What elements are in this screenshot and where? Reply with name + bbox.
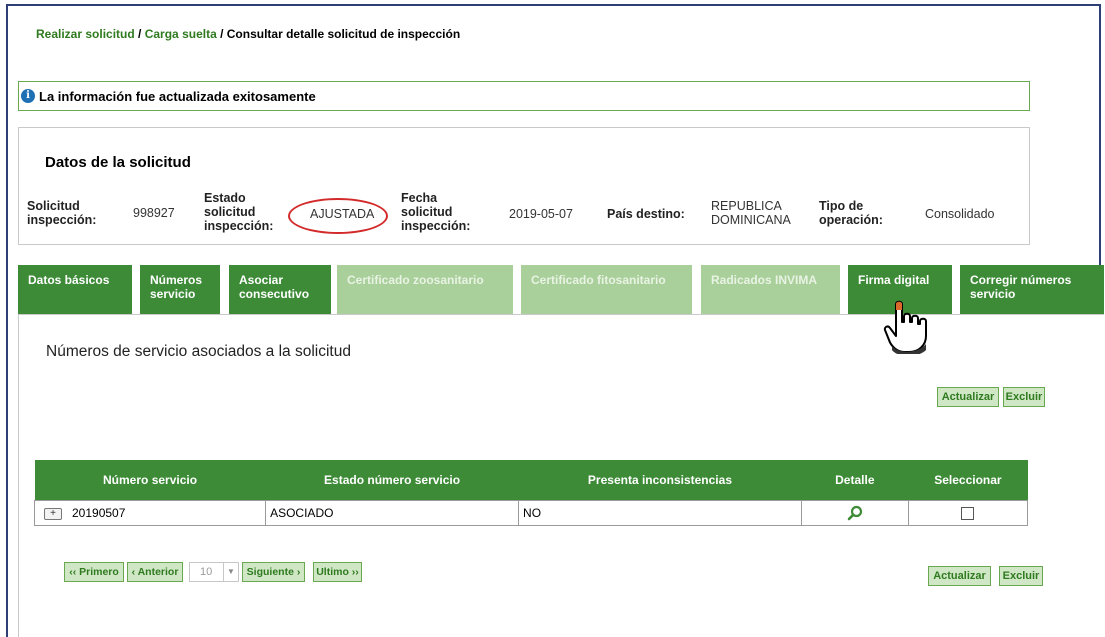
- table-row: +20190507 ASOCIADO NO: [33, 500, 1029, 526]
- tipo-label: Tipo de operación:: [819, 199, 883, 227]
- page-size-value: 10: [200, 566, 213, 578]
- estado-label: Estado solicitud inspección:: [204, 191, 274, 233]
- breadcrumb-separator: /: [134, 27, 145, 41]
- pager-previous-button[interactable]: ‹ Anterior: [127, 562, 183, 582]
- request-details-title: Datos de la solicitud: [45, 154, 191, 171]
- col-presenta-inconsistencias: Presenta inconsistencias: [518, 460, 802, 501]
- actualizar-button-bottom[interactable]: Actualizar: [928, 566, 991, 586]
- table-header-row: Número servicio Estado número servicio P…: [34, 460, 1028, 501]
- tab-asociar-consecutivo[interactable]: Asociar consecutivo: [229, 265, 331, 314]
- breadcrumb-carga-suelta[interactable]: Carga suelta: [145, 27, 217, 41]
- cell-inconsistencias: NO: [518, 500, 802, 526]
- pager-last-button[interactable]: Ultimo ››: [313, 562, 362, 582]
- numero-value: 20190507: [72, 506, 126, 520]
- pager-first-button[interactable]: ‹‹ Primero: [64, 562, 124, 582]
- success-message: i La información fue actualizada exitosa…: [18, 81, 1030, 111]
- magnifier-icon[interactable]: [847, 505, 863, 521]
- page-size-select[interactable]: 10 ▼: [189, 562, 239, 582]
- expand-plus-icon[interactable]: +: [44, 507, 62, 520]
- services-table: Número servicio Estado número servicio P…: [33, 460, 1029, 526]
- tab-datos-basicos[interactable]: Datos básicos: [18, 265, 132, 314]
- breadcrumb: Realizar solicitud / Carga suelta / Cons…: [36, 27, 460, 41]
- tab-radicados-invima[interactable]: Radicados INVIMA: [701, 265, 840, 314]
- actualizar-button-top[interactable]: Actualizar: [937, 387, 999, 407]
- select-checkbox[interactable]: [961, 507, 975, 521]
- col-detalle: Detalle: [801, 460, 909, 501]
- excluir-button-top[interactable]: Excluir: [1003, 387, 1045, 407]
- hand-pointer-cursor-icon: [883, 300, 927, 354]
- cell-seleccionar: [907, 500, 1029, 526]
- success-message-text: La información fue actualizada exitosame…: [39, 88, 316, 104]
- cell-detalle: [800, 500, 909, 526]
- col-seleccionar: Seleccionar: [908, 460, 1028, 501]
- breadcrumb-separator: /: [216, 27, 227, 41]
- panel-title: Números de servicio asociados a la solic…: [46, 343, 351, 360]
- pais-value: REPUBLICA DOMINICANA: [711, 199, 791, 227]
- solicitud-label: Solicitud inspección:: [27, 199, 97, 227]
- request-details-panel: Datos de la solicitud Solicitud inspecci…: [18, 127, 1030, 245]
- cell-estado: ASOCIADO: [265, 500, 520, 526]
- fecha-value: 2019-05-07: [509, 207, 573, 221]
- cell-numero: +20190507: [33, 500, 267, 526]
- tab-corregir-numeros-servicio[interactable]: Corregir números servicio: [960, 265, 1104, 314]
- solicitud-value: 998927: [133, 206, 175, 220]
- excluir-button-bottom[interactable]: Excluir: [999, 566, 1043, 586]
- chevron-down-icon: ▼: [223, 563, 238, 581]
- pais-label: País destino:: [607, 207, 685, 221]
- col-estado-numero-servicio: Estado número servicio: [265, 460, 519, 501]
- tab-certificado-fitosanitario[interactable]: Certificado fitosanitario: [521, 265, 692, 314]
- pager-next-button[interactable]: Siguiente ›: [242, 562, 305, 582]
- breadcrumb-realizar-solicitud[interactable]: Realizar solicitud: [36, 27, 135, 41]
- tipo-value: Consolidado: [925, 207, 995, 221]
- fecha-label: Fecha solicitud inspección:: [401, 191, 471, 233]
- tab-numeros-servicio[interactable]: Números servicio: [140, 265, 220, 314]
- tab-bar: Datos básicos Números servicio Asociar c…: [18, 265, 1104, 314]
- breadcrumb-current: Consultar detalle solicitud de inspecció…: [226, 27, 461, 41]
- col-numero-servicio: Número servicio: [34, 460, 266, 501]
- info-icon: i: [21, 89, 35, 103]
- estado-value: AJUSTADA: [310, 207, 375, 221]
- tab-certificado-zoosanitario[interactable]: Certificado zoosanitario: [337, 265, 513, 314]
